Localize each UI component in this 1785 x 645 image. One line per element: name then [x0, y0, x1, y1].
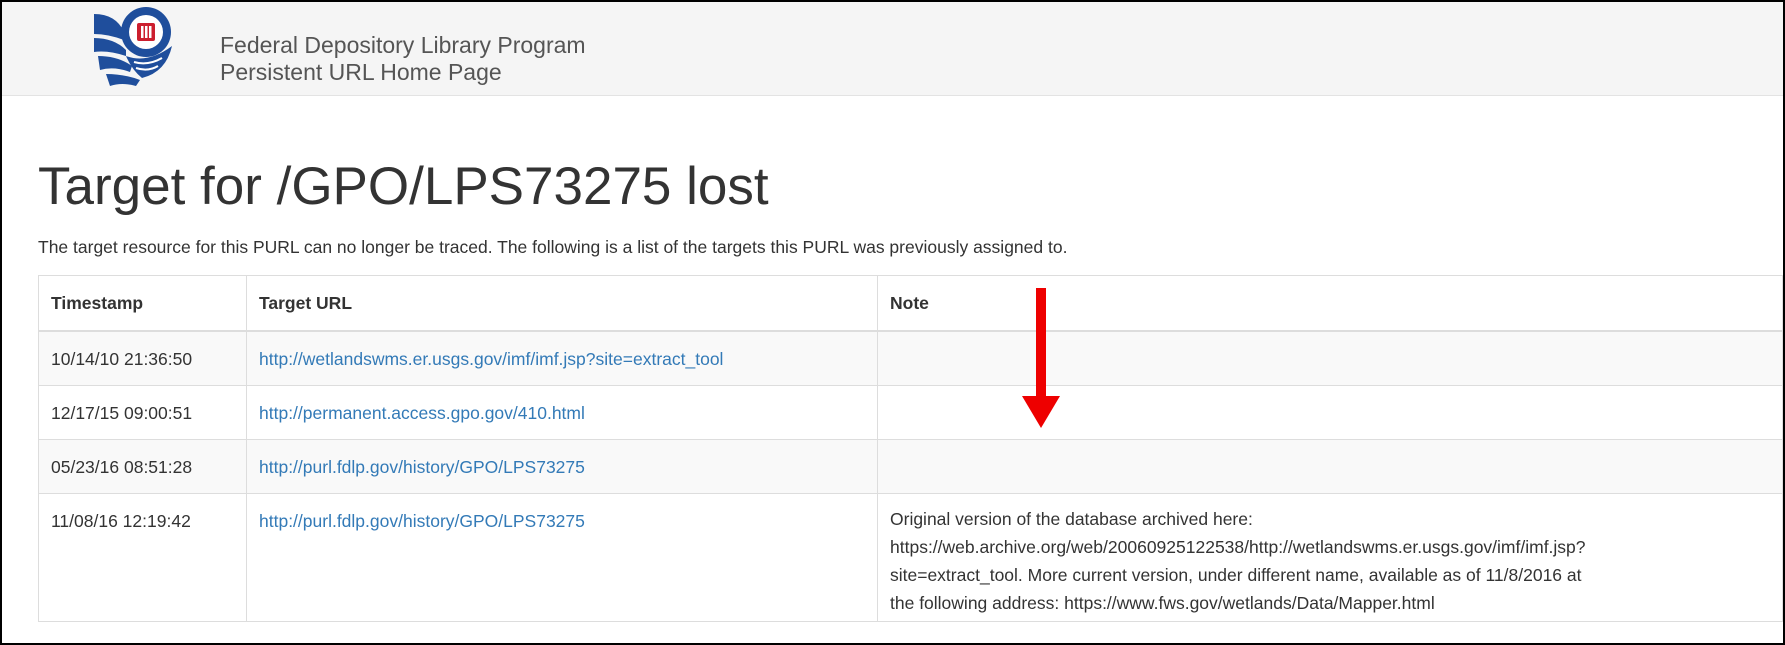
target-url-cell: http://wetlandswms.er.usgs.gov/imf/imf.j… — [246, 330, 878, 386]
note-line: site=extract_tool. More current version,… — [890, 564, 1582, 585]
timestamp: 05/23/16 08:51:28 — [51, 456, 193, 477]
note-cell — [877, 384, 1783, 440]
column-header-note: Note — [877, 275, 1783, 332]
note-cell: Original version of the database archive… — [877, 492, 1783, 622]
note-line: Original version of the database archive… — [890, 508, 1253, 529]
down-arrow-icon — [1022, 288, 1060, 428]
table-row: 05/23/16 08:51:28 http://purl.fdlp.gov/h… — [38, 438, 1783, 494]
target-url-link[interactable]: http://purl.fdlp.gov/history/GPO/LPS7327… — [259, 457, 585, 477]
purl-history-table: Timestamp Target URL Note 10/14/10 21:36… — [38, 275, 1783, 622]
timestamp-cell: 12/17/15 09:00:51 — [38, 384, 247, 440]
note-text: Original version of the database archive… — [890, 505, 1770, 617]
target-url-link[interactable]: http://permanent.access.gpo.gov/410.html — [259, 403, 585, 423]
intro-text: The target resource for this PURL can no… — [38, 237, 1068, 257]
table-row: 10/14/10 21:36:50 http://wetlandswms.er.… — [38, 330, 1783, 386]
target-url-cell: http://purl.fdlp.gov/history/GPO/LPS7327… — [246, 438, 878, 494]
timestamp: 10/14/10 21:36:50 — [51, 349, 193, 369]
page-frame: Federal Depository Library Program Persi… — [0, 0, 1785, 645]
target-url-cell: http://purl.fdlp.gov/history/GPO/LPS7327… — [246, 492, 878, 622]
site-brand[interactable]: Federal Depository Library Program Persi… — [220, 32, 586, 86]
note-line: the following address: https://www.fws.g… — [890, 592, 1435, 613]
timestamp-cell: 11/08/16 12:19:42 — [38, 492, 247, 622]
note-line: https://web.archive.org/web/200609251225… — [890, 536, 1586, 557]
note-cell — [877, 330, 1783, 386]
timestamp-cell: 10/14/10 21:36:50 — [38, 330, 247, 386]
table-row: 11/08/16 12:19:42 http://purl.fdlp.gov/h… — [38, 492, 1783, 622]
timestamp: 12/17/15 09:00:51 — [51, 402, 193, 423]
brand-program-name: Federal Depository Library Program — [220, 32, 586, 58]
timestamp-cell: 05/23/16 08:51:28 — [38, 438, 247, 494]
timestamp: 11/08/16 12:19:42 — [51, 510, 191, 531]
column-header-target-url: Target URL — [246, 275, 878, 332]
table-header-row: Timestamp Target URL Note — [38, 275, 1783, 332]
page-title: Target for /GPO/LPS73275 lost — [38, 157, 769, 216]
table-row: 12/17/15 09:00:51 http://permanent.acces… — [38, 384, 1783, 440]
target-url-cell: http://permanent.access.gpo.gov/410.html — [246, 384, 878, 440]
target-url-link[interactable]: http://wetlandswms.er.usgs.gov/imf/imf.j… — [259, 349, 723, 369]
site-header: Federal Depository Library Program Persi… — [2, 2, 1783, 96]
target-url-link[interactable]: http://purl.fdlp.gov/history/GPO/LPS7327… — [259, 511, 585, 531]
column-header-timestamp: Timestamp — [38, 275, 247, 332]
note-cell — [877, 438, 1783, 494]
brand-page-name: Persistent URL Home Page — [220, 59, 502, 85]
fdlp-eagle-logo[interactable] — [86, 4, 186, 94]
